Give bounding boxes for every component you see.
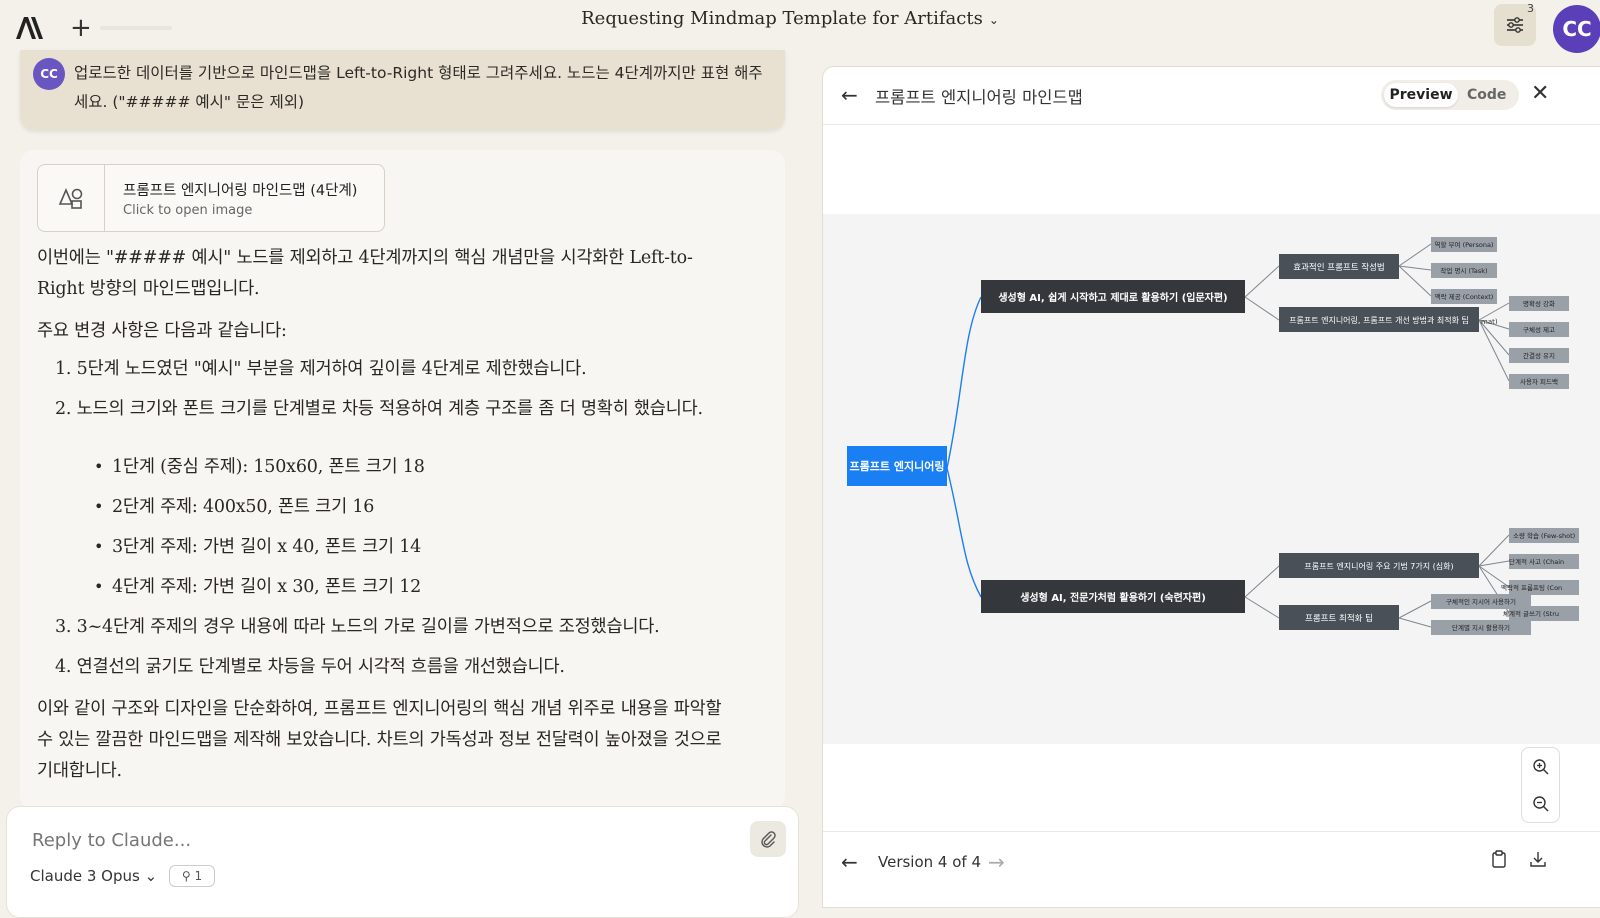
new-chat-plus-icon[interactable]: + [70, 14, 92, 42]
stray-label: mat) [1481, 318, 1498, 326]
level3-node-1-label: 효과적인 프롬프트 작성법 [1293, 262, 1384, 273]
reply-box: Claude 3 Opus ⌄ ⚲ 1 [6, 806, 799, 918]
level3-node-3-label: 프롬프트 엔지니어링 주요 기법 7가지 (심화) [1304, 561, 1453, 571]
sub-item-4: 4단계 주제: 가변 길이 x 30, 폰트 크기 12 [94, 572, 712, 602]
attach-button[interactable] [750, 821, 786, 857]
edge-l2b-l3c [1244, 565, 1280, 598]
change-item-4: 4. 연결선의 굵기도 단계별로 차등을 두어 시각적 흐름을 개선했습니다. [55, 657, 565, 677]
edge-l3a-l4a3 [1398, 265, 1432, 297]
level4-b-node-2-label: 구체성 제고 [1523, 325, 1555, 334]
prev-version-arrow-icon[interactable]: ← [841, 850, 858, 874]
reply-input[interactable] [30, 829, 634, 852]
level2-node-2-label: 생성형 AI, 전문가처럼 활용하기 (숙련자편) [1020, 591, 1206, 604]
artifact-card-title: 프롬프트 엔지니어링 마인드맵 (4단계) [123, 183, 358, 199]
edge-root-l2a [946, 296, 982, 469]
change-item-3: 3. 3~4단계 주제의 경우 내용에 따라 노드의 가로 길이를 가변적으로 … [55, 617, 660, 637]
edge-l3a-l4a1 [1398, 243, 1432, 267]
level4-c-node-3-label: 맥락적 프롬프팅 (Con [1501, 583, 1562, 592]
settings-sliders-button[interactable]: 3 [1494, 2, 1536, 46]
level4-b-node-4-label: 사용자 피드백 [1520, 377, 1558, 386]
conversation-title[interactable]: Requesting Mindmap Template for Artifact… [581, 8, 999, 29]
paperclip-icon [761, 831, 776, 848]
sub-item-1: 1단계 (중심 주제): 150x60, 폰트 크기 18 [94, 452, 712, 482]
level4-c-node-4-label: 체계적 글쓰기 (Stru [1503, 609, 1559, 618]
edge-l3d-l4d1 [1398, 600, 1432, 619]
next-version-arrow-icon[interactable]: → [988, 850, 1005, 874]
edge-l2a-l3b [1244, 296, 1280, 321]
level3-node-2-label: 프롬프트 엔지니어링, 프롬프트 개선 방법과 최적화 팁 [1289, 315, 1469, 325]
chevron-down-icon[interactable]: ⌄ [989, 13, 999, 27]
settings-badge: 3 [1527, 2, 1534, 15]
user-avatar[interactable]: CC [1553, 5, 1600, 53]
level4-a-node-2-label: 작업 명시 (Task) [1440, 266, 1487, 275]
artifact-panel-title: 프롬프트 엔지니어링 마인드맵 [875, 88, 1083, 107]
artifact-shapes-icon [38, 165, 105, 231]
level4-a-node-3-label: 맥락 제공 (Context) [1435, 292, 1494, 301]
level4-c-node-2-label: 단계적 사고 (Chain [1509, 557, 1564, 566]
change-item-1: 1. 5단계 노드였던 "예시" 부분을 제거하여 깊이를 4단계로 제한했습니… [55, 359, 587, 379]
preview-tab[interactable]: Preview [1384, 83, 1458, 107]
zoom-out-button[interactable] [1522, 785, 1559, 822]
edge-l3a-l4a2 [1398, 265, 1432, 271]
download-icon[interactable] [1529, 850, 1547, 872]
anthropic-logo[interactable] [14, 14, 44, 42]
mindmap-edges [946, 296, 982, 598]
edge-l2a-l3a [1244, 265, 1280, 298]
level4-d-node-2-label: 단계별 지시 활용하기 [1452, 623, 1510, 632]
user-message: CC 업로드한 데이터를 기반으로 마인드맵을 Left-to-Right 형태… [20, 50, 785, 130]
level4-b-node-1-label: 명확성 강화 [1523, 299, 1555, 308]
edge-root-l2b [946, 467, 982, 598]
zoom-controls [1521, 747, 1560, 823]
level4-c-node-1-label: 소량 학습 (Few-shot) [1513, 531, 1575, 540]
zoom-in-icon [1532, 758, 1548, 774]
divider [100, 26, 172, 30]
copy-clipboard-icon[interactable] [1491, 850, 1507, 872]
version-label: Version 4 of 4 [878, 853, 982, 871]
close-icon[interactable]: ✕ [1531, 81, 1549, 106]
artifact-panel: ← 프롬프트 엔지니어링 마인드맵 Preview Code ✕ 프롬프트 엔지… [822, 66, 1600, 908]
assistant-conclusion: 이와 같이 구조와 디자인을 단순화하여, 프롬프트 엔지니어링의 핵심 개념 … [37, 699, 722, 781]
user-message-text: 업로드한 데이터를 기반으로 마인드맵을 Left-to-Right 형태로 그… [74, 64, 763, 111]
root-node-label: 프롬프트 엔지니어링 [850, 459, 945, 473]
sliders-icon [1507, 17, 1523, 33]
artifact-panel-header: ← 프롬프트 엔지니어링 마인드맵 Preview Code ✕ [823, 67, 1600, 125]
level3-node-4-label: 프롬프트 최적화 팁 [1305, 613, 1373, 624]
changes-heading: 주요 변경 사항은 다음과 같습니다: [37, 321, 287, 341]
model-selector[interactable]: Claude 3 Opus ⌄ [30, 867, 157, 885]
project-chip[interactable]: ⚲ 1 [169, 865, 215, 887]
level4-d-node-1-label: 구체적인 지시어 사용하기 [1446, 597, 1516, 606]
level2-node-1-label: 생성형 AI, 쉽게 시작하고 제대로 활용하기 (입문자편) [998, 291, 1227, 304]
artifact-card[interactable]: 프롬프트 엔지니어링 마인드맵 (4단계) Click to open imag… [37, 164, 385, 232]
zoom-out-icon [1532, 795, 1548, 811]
artifact-panel-footer: ← Version 4 of 4 → [823, 831, 1600, 907]
edge-l3d-l4d2 [1398, 617, 1432, 628]
assistant-message: 프롬프트 엔지니어링 마인드맵 (4단계) Click to open imag… [20, 150, 785, 810]
mindmap-preview: 프롬프트 엔지니어링 생성형 AI, 쉽게 시작하고 제대로 활용하기 (입문자… [823, 214, 1600, 744]
user-message-avatar: CC [33, 58, 65, 90]
artifact-card-subtitle: Click to open image [123, 203, 253, 218]
level4-b-node-3-label: 간결성 유지 [1523, 351, 1555, 360]
code-tab[interactable]: Code [1467, 83, 1513, 107]
view-toggle: Preview Code [1381, 80, 1519, 110]
change-item-2: 2. 노드의 크기와 폰트 크기를 단계별로 차등 적용하여 계층 구조를 좀 … [55, 399, 703, 419]
sub-item-3: 3단계 주제: 가변 길이 x 40, 폰트 크기 14 [94, 532, 712, 562]
mindmap-svg: 프롬프트 엔지니어링 생성형 AI, 쉽게 시작하고 제대로 활용하기 (입문자… [847, 237, 1579, 635]
level4-a-node-1-label: 역할 부여 (Persona) [1435, 240, 1494, 249]
zoom-in-button[interactable] [1522, 748, 1559, 785]
back-arrow-icon[interactable]: ← [841, 83, 858, 107]
edge-l2b-l3d [1244, 596, 1280, 619]
sub-item-2: 2단계 주제: 400x50, 폰트 크기 16 [94, 492, 712, 522]
assistant-intro: 이번에는 "##### 예시" 노드를 제외하고 4단계까지의 핵심 개념만을 … [37, 248, 693, 299]
